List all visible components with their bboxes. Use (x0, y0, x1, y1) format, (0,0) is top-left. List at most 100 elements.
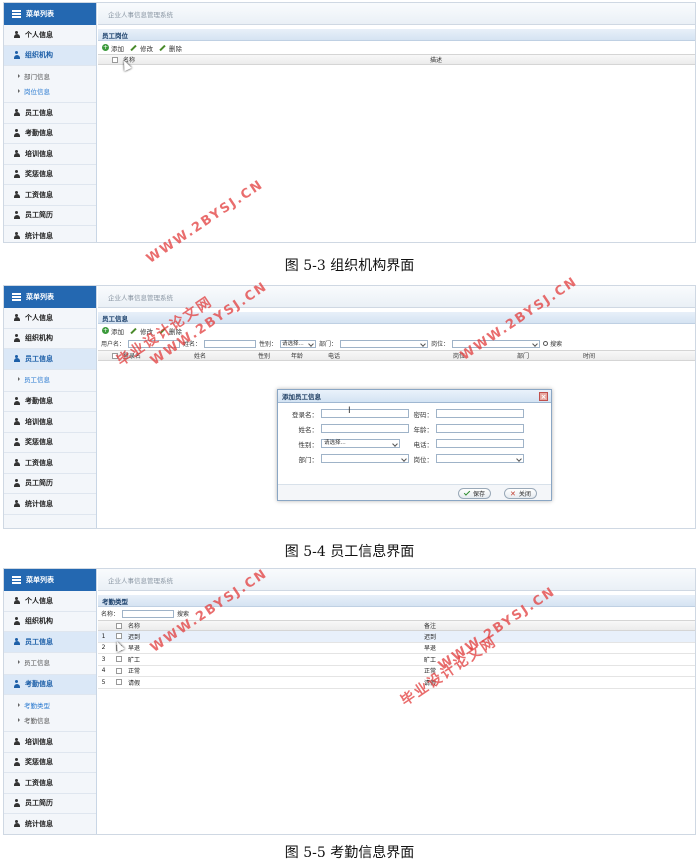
user-icon (13, 479, 20, 487)
login-input[interactable] (321, 409, 409, 418)
user-icon (13, 129, 20, 137)
user-icon (13, 108, 20, 117)
submenu-item[interactable]: 部门信息 (4, 68, 96, 83)
sidebar-item[interactable]: 个人信息 (4, 308, 96, 329)
table-row[interactable]: 4 正常 正常 (98, 666, 695, 677)
user-icon (13, 334, 20, 342)
column-header[interactable]: 年龄 (291, 351, 328, 360)
sidebar-item[interactable]: 员工简历 (4, 206, 96, 226)
table-row[interactable]: 3 旷工 旷工 (98, 654, 695, 666)
sidebar-item[interactable]: 组织机构 (4, 612, 96, 632)
name-field[interactable] (321, 424, 409, 433)
select-all-checkbox[interactable] (112, 56, 118, 63)
sidebar-item[interactable]: 员工简历 (4, 794, 96, 814)
menu-icon (12, 292, 21, 303)
column-header[interactable]: 性别 (258, 351, 291, 360)
pencil-icon (159, 44, 166, 51)
column-header[interactable]: 姓名 (194, 351, 258, 360)
search-button[interactable]: 搜索 (543, 339, 562, 348)
gender-select[interactable]: 请选择... (280, 339, 317, 348)
sidebar-item[interactable]: 员工简历 (4, 474, 96, 494)
arrow-icon (18, 660, 20, 664)
dept-select[interactable] (340, 339, 429, 348)
sidebar-item[interactable]: 统计信息 (4, 494, 96, 515)
add-button[interactable]: + 添加 (102, 43, 124, 53)
sidebar-item[interactable]: 培训信息 (4, 732, 96, 753)
column-header[interactable]: 电话 (328, 351, 453, 360)
sidebar-item[interactable]: 员工信息 (4, 632, 96, 653)
column-header[interactable]: 名称 (123, 55, 430, 64)
submenu-item-active[interactable]: 员工信息 (4, 372, 96, 387)
select-all-checkbox[interactable] (115, 622, 122, 629)
arrow-icon (18, 73, 20, 78)
close-icon[interactable]: × (539, 392, 548, 401)
sidebar-item-employee[interactable]: 员工信息 (4, 349, 96, 370)
main-content: 企业人事信息管理系统 员工岗位 + 添加 修改 删除 名称 描述 (98, 3, 695, 242)
submenu: 员工信息 (4, 370, 96, 392)
phone-field[interactable] (436, 439, 524, 448)
age-field[interactable] (436, 424, 524, 433)
sidebar-item[interactable]: 奖惩信息 (4, 165, 96, 185)
sidebar-item[interactable]: 统计信息 (4, 226, 96, 242)
sidebar-item[interactable]: 培训信息 (4, 412, 96, 433)
sidebar-item[interactable]: 培训信息 (4, 144, 96, 165)
user-icon (13, 313, 20, 322)
table-header: 登录名 姓名 性别 年龄 电话 岗位 部门 时间 (98, 350, 695, 361)
user-icon (13, 499, 20, 508)
row-checkbox[interactable] (115, 656, 122, 663)
row-checkbox[interactable] (115, 679, 122, 686)
dept-select[interactable] (321, 454, 409, 463)
name-input[interactable] (204, 339, 257, 348)
submenu-item[interactable]: 员工信息 (4, 655, 96, 670)
check-icon (463, 489, 471, 496)
delete-button[interactable]: 删除 (159, 43, 182, 53)
plus-icon: + (102, 327, 109, 334)
column-header[interactable]: 部门 (517, 351, 583, 360)
sidebar-item[interactable]: 个人信息 (4, 591, 96, 612)
arrow-icon (18, 88, 20, 93)
sidebar-item[interactable]: 工资信息 (4, 185, 96, 206)
close-button[interactable]: ✕ 关闭 (504, 488, 537, 499)
panel-title: 考勤类型 (98, 595, 695, 607)
submenu-item[interactable]: 考勤信息 (4, 712, 96, 727)
close-icon: ✕ (510, 489, 516, 498)
pencil-icon (130, 44, 137, 51)
table-header: 名称 描述 (98, 54, 695, 65)
sidebar-item[interactable]: 考勤信息 (4, 124, 96, 144)
column-header[interactable]: 备注 (424, 621, 436, 630)
arrow-icon (18, 717, 20, 722)
plus-icon: + (102, 44, 109, 51)
screenshot-attendance: 菜单列表 个人信息 组织机构 员工信息 员工信息 考勤信息 考勤类型 考勤信息 … (3, 568, 696, 835)
column-header[interactable]: 描述 (430, 55, 442, 64)
sidebar-item[interactable]: 工资信息 (4, 773, 96, 794)
edit-button[interactable]: 修改 (130, 43, 153, 53)
name-search-input[interactable] (122, 609, 175, 618)
dialog-footer: 保存 ✕ 关闭 (278, 484, 551, 500)
add-button[interactable]: + 添加 (102, 326, 124, 336)
password-input[interactable] (436, 409, 524, 418)
submenu-item-active[interactable]: 考勤类型 (4, 697, 96, 712)
save-button[interactable]: 保存 (458, 488, 492, 499)
toolbar: + 添加 修改 删除 (98, 41, 695, 54)
sidebar-item-attendance[interactable]: 考勤信息 (4, 674, 96, 695)
sidebar-item[interactable]: 考勤信息 (4, 392, 96, 412)
sidebar-item[interactable]: 个人信息 (4, 25, 96, 46)
row-checkbox[interactable] (115, 667, 122, 674)
column-header[interactable]: 时间 (583, 351, 595, 360)
sidebar-header: 菜单列表 (4, 569, 96, 591)
table-row[interactable]: 5 请假 请假 (98, 677, 695, 689)
gender-select[interactable]: 请选择... (321, 439, 400, 448)
sidebar-item[interactable]: 员工信息 (4, 103, 96, 124)
post-select[interactable] (436, 454, 524, 463)
sidebar-item[interactable]: 组织机构 (4, 329, 96, 349)
sidebar-item-org[interactable]: 组织机构 (4, 45, 96, 66)
sidebar-item[interactable]: 奖惩信息 (4, 753, 96, 773)
pencil-icon (130, 327, 137, 334)
table-row[interactable]: 2 早退 早退 (98, 643, 695, 654)
sidebar-item[interactable]: 工资信息 (4, 453, 96, 474)
submenu-item-active[interactable]: 岗位信息 (4, 83, 96, 98)
row-checkbox[interactable] (115, 633, 122, 640)
sidebar-item[interactable]: 奖惩信息 (4, 433, 96, 453)
user-icon (13, 170, 20, 178)
sidebar-item[interactable]: 统计信息 (4, 814, 96, 834)
